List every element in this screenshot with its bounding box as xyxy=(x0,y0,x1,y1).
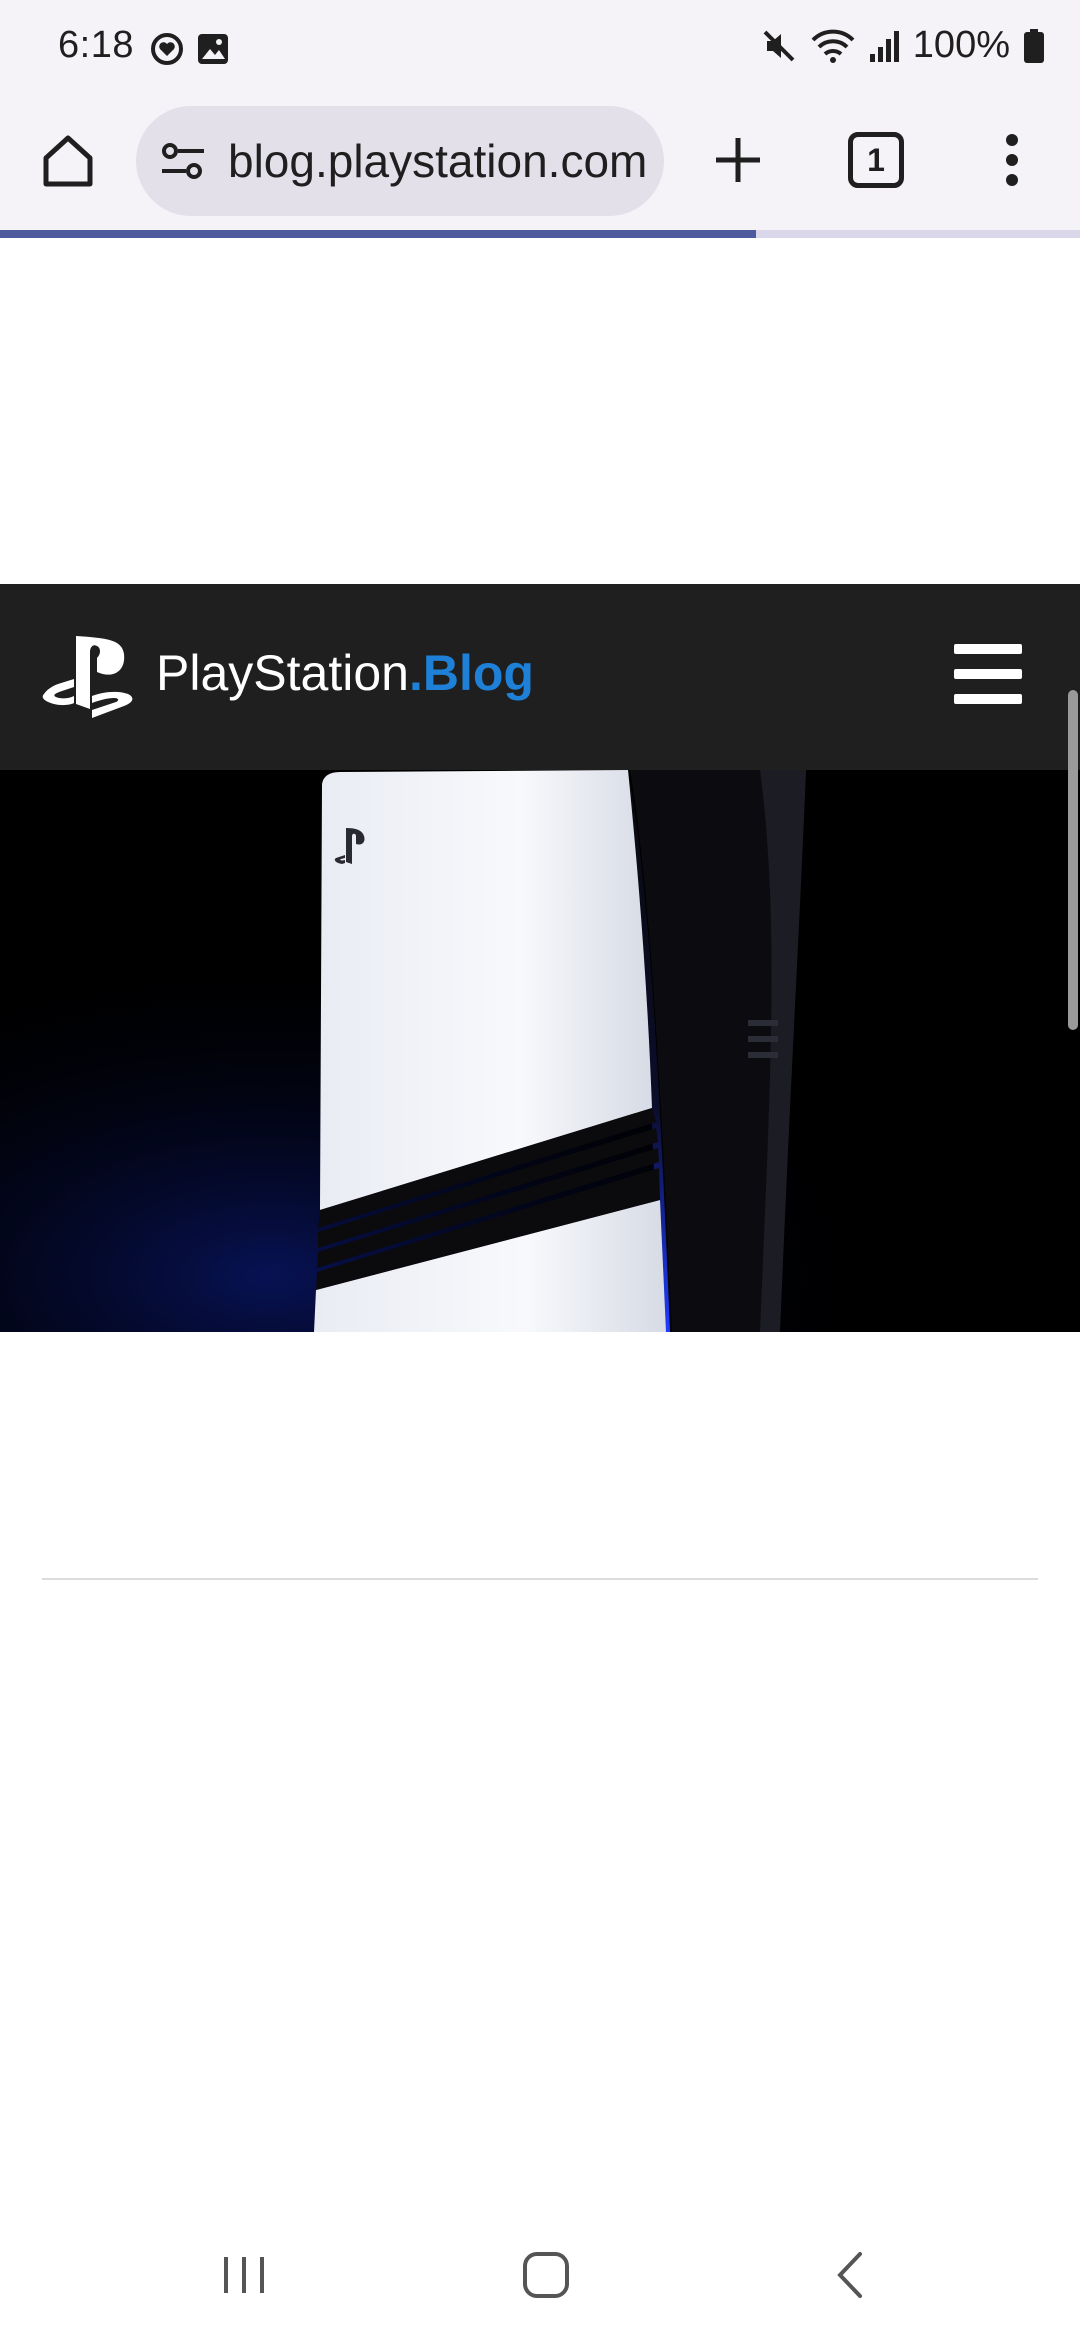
url-text[interactable]: blog.playstation.com xyxy=(228,134,648,190)
ps5-console-image xyxy=(0,770,1080,1332)
url-bar[interactable]: blog.playstation.com xyxy=(136,106,664,216)
wifi-icon xyxy=(811,29,855,63)
tab-switcher-button[interactable]: 1 xyxy=(848,132,904,188)
blog-header: PlayStation.Blog xyxy=(0,584,1080,770)
site-title-accent: .Blog xyxy=(408,645,534,701)
heart-sync-icon xyxy=(151,33,183,65)
home-icon xyxy=(43,135,93,187)
browser-toolbar: blog.playstation.com 1 xyxy=(0,100,1080,232)
new-tab-button[interactable] xyxy=(706,128,770,192)
hero-image xyxy=(0,770,1080,1332)
home-square-icon xyxy=(523,2252,569,2298)
site-settings-icon[interactable] xyxy=(156,134,210,188)
system-nav-bar xyxy=(0,2200,1080,2340)
progress-fill xyxy=(0,230,756,238)
back-chevron-icon xyxy=(837,2252,862,2298)
signal-icon xyxy=(869,30,899,62)
mute-icon xyxy=(763,30,795,61)
plus-icon xyxy=(716,138,760,182)
site-title-main: PlayStation xyxy=(156,645,409,701)
back-button[interactable] xyxy=(810,2240,890,2310)
overflow-menu-button[interactable] xyxy=(990,128,1034,192)
hamburger-menu-button[interactable] xyxy=(954,644,1022,704)
tab-count: 1 xyxy=(867,141,885,178)
scrollbar[interactable] xyxy=(1068,690,1078,1030)
content-divider xyxy=(42,1578,1038,1580)
battery-percent: 100% xyxy=(912,24,1010,66)
home-nav-button[interactable] xyxy=(506,2240,586,2310)
home-button[interactable] xyxy=(36,128,100,192)
hamburger-icon xyxy=(954,644,1022,654)
battery-icon xyxy=(1024,28,1044,63)
page-load-progress xyxy=(0,230,1080,238)
playstation-logo-icon[interactable] xyxy=(40,632,136,720)
status-bar: 6:18 100% xyxy=(0,0,1080,100)
status-time: 6:18 xyxy=(58,24,134,66)
recent-apps-button[interactable] xyxy=(204,2240,284,2310)
status-right: 100% xyxy=(761,24,1044,67)
more-vert-icon xyxy=(1006,134,1018,186)
recent-apps-icon xyxy=(224,2257,264,2293)
image-icon xyxy=(198,34,228,64)
site-title[interactable]: PlayStation.Blog xyxy=(156,644,534,702)
